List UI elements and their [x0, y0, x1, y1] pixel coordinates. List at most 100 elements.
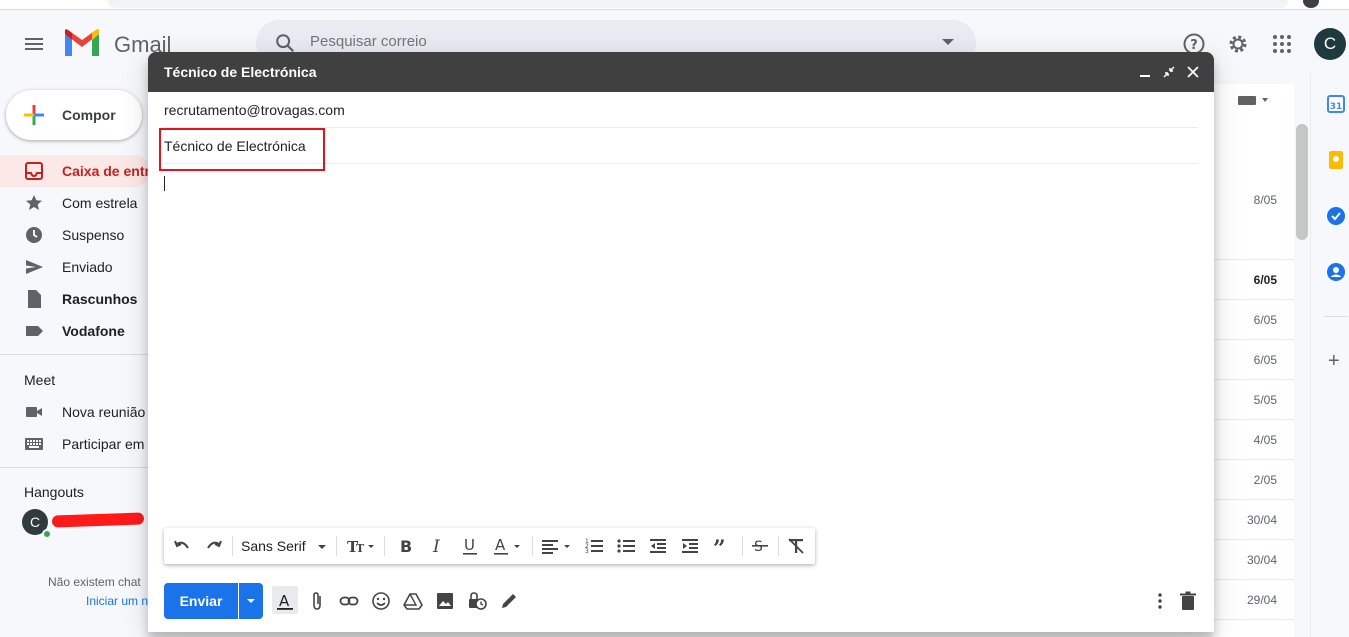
sidebar-item-label: Nova reunião — [62, 404, 146, 420]
search-options-icon[interactable] — [942, 39, 954, 45]
email-date: 30/04 — [1246, 513, 1277, 527]
insert-photo-icon[interactable] — [435, 591, 455, 611]
svg-text:”: ” — [713, 536, 726, 556]
email-date: 4/05 — [1253, 433, 1277, 447]
sidebar-divider — [0, 467, 150, 468]
start-chat-link[interactable]: Iniciar um n — [86, 594, 148, 608]
table-row[interactable]: 8/05 — [1212, 180, 1294, 260]
indent-more-icon[interactable] — [680, 536, 700, 556]
sidebar-item-label: Com estrela — [62, 195, 138, 211]
tasks-icon[interactable] — [1326, 206, 1346, 226]
sidebar-item-drafts[interactable]: Rascunhos — [0, 283, 150, 315]
sidebar-item-join-meeting[interactable]: Participar em — [0, 428, 150, 460]
toolbar-divider — [742, 536, 743, 556]
table-row[interactable]: 6/05 — [1212, 260, 1294, 300]
more-options-icon[interactable] — [1150, 591, 1170, 611]
minimize-icon[interactable] — [1136, 63, 1154, 81]
profile-icon[interactable] — [1303, 0, 1319, 8]
table-row[interactable]: 29/04 — [1212, 580, 1294, 620]
font-size-icon[interactable]: TT — [346, 536, 376, 556]
table-row[interactable]: 30/04 — [1212, 540, 1294, 580]
redo-icon[interactable] — [204, 536, 224, 556]
add-addon-icon[interactable]: + — [1328, 350, 1340, 373]
signature-pen-icon[interactable] — [499, 591, 519, 611]
contacts-icon[interactable] — [1326, 262, 1346, 282]
table-row[interactable]: 6/05 — [1212, 340, 1294, 380]
recipient-email: recrutamento@trovagas.com — [164, 102, 345, 118]
settings-gear-icon[interactable] — [1226, 32, 1250, 56]
sidebar-item-snoozed[interactable]: Suspenso — [0, 219, 150, 251]
sidebar-item-sent[interactable]: Enviado — [0, 251, 150, 283]
rail-divider — [1324, 316, 1348, 317]
toolbar-divider — [532, 536, 533, 556]
send-button[interactable]: Enviar — [164, 583, 238, 619]
sidebar-item-label: Enviado — [62, 259, 113, 275]
formatting-options-icon[interactable]: A — [275, 591, 295, 611]
email-date: 30/04 — [1246, 553, 1277, 567]
italic-icon[interactable]: I — [428, 536, 448, 556]
recipients-field[interactable]: recrutamento@trovagas.com — [164, 92, 1198, 128]
bold-icon[interactable]: B — [396, 536, 416, 556]
keep-icon[interactable] — [1326, 150, 1346, 170]
list-scrollbar[interactable] — [1296, 124, 1308, 240]
input-tools-icon[interactable] — [1238, 94, 1268, 106]
table-row[interactable]: 6/05 — [1212, 300, 1294, 340]
keyboard-icon — [25, 438, 43, 450]
message-body[interactable] — [164, 176, 1198, 516]
compose-button[interactable]: Compor — [6, 90, 142, 140]
gmail-logo-icon[interactable] — [62, 28, 102, 58]
main-menu-icon[interactable] — [22, 32, 46, 56]
svg-text:?: ? — [1190, 38, 1198, 53]
table-row[interactable]: 30/04 — [1212, 500, 1294, 540]
svg-text:3: 3 — [585, 548, 589, 555]
font-family-select[interactable]: Sans Serif — [241, 538, 306, 554]
sidebar-item-starred[interactable]: Com estrela — [0, 187, 150, 219]
table-row[interactable]: 4/05 — [1212, 420, 1294, 460]
sidebar-item-new-meeting[interactable]: Nova reunião — [0, 396, 150, 428]
drive-icon[interactable] — [403, 591, 423, 611]
chevron-down-icon[interactable] — [316, 536, 328, 556]
table-row[interactable]: 2/05 — [1212, 460, 1294, 500]
toolbar-divider — [336, 536, 337, 556]
text-color-icon[interactable]: A — [492, 536, 524, 556]
align-icon[interactable] — [540, 536, 574, 556]
close-icon[interactable] — [1184, 63, 1202, 81]
formatting-toolbar: Sans Serif TT B I U A 123 ” S — [164, 528, 815, 564]
label-icon — [26, 326, 43, 336]
star-icon — [26, 195, 42, 210]
sidebar-item-inbox[interactable]: Caixa de entr — [0, 155, 150, 187]
undo-icon[interactable] — [172, 536, 192, 556]
remove-formatting-icon[interactable] — [786, 536, 806, 556]
emoji-icon[interactable] — [371, 591, 391, 611]
sidebar-item-label: Rascunhos — [62, 291, 138, 307]
quote-icon[interactable]: ” — [712, 536, 732, 556]
address-bar[interactable] — [108, 0, 1288, 8]
compose-title: Técnico de Electrónica — [164, 64, 317, 80]
search-input[interactable] — [310, 33, 910, 50]
discard-draft-icon[interactable] — [1178, 591, 1198, 611]
sidebar-item-label: Participar em — [62, 436, 145, 452]
compose-plus-icon — [24, 105, 44, 125]
email-date: 6/05 — [1253, 353, 1277, 367]
indent-less-icon[interactable] — [648, 536, 668, 556]
strikethrough-icon[interactable]: S — [750, 536, 770, 556]
insert-link-icon[interactable] — [339, 591, 359, 611]
search-icon[interactable] — [274, 32, 296, 54]
compose-header[interactable]: Técnico de Electrónica — [148, 52, 1214, 92]
sidebar-item-label: Caixa de entr — [62, 163, 150, 179]
sidebar-item-vodafone[interactable]: Vodafone — [0, 315, 150, 347]
send-options-button[interactable] — [239, 583, 263, 619]
video-icon — [26, 407, 42, 417]
email-date: 29/04 — [1246, 593, 1277, 607]
attach-file-icon[interactable] — [307, 591, 327, 611]
account-avatar[interactable]: C — [1314, 28, 1346, 60]
bulleted-list-icon[interactable] — [616, 536, 636, 556]
calendar-icon[interactable]: 31 — [1326, 94, 1346, 114]
chevron-down-icon — [247, 599, 255, 603]
underline-icon[interactable]: U — [460, 536, 480, 556]
numbered-list-icon[interactable]: 123 — [584, 536, 604, 556]
exit-fullscreen-icon[interactable] — [1160, 63, 1178, 81]
apps-grid-icon[interactable] — [1270, 32, 1294, 56]
confidential-mode-icon[interactable] — [467, 591, 487, 611]
table-row[interactable]: 5/05 — [1212, 380, 1294, 420]
